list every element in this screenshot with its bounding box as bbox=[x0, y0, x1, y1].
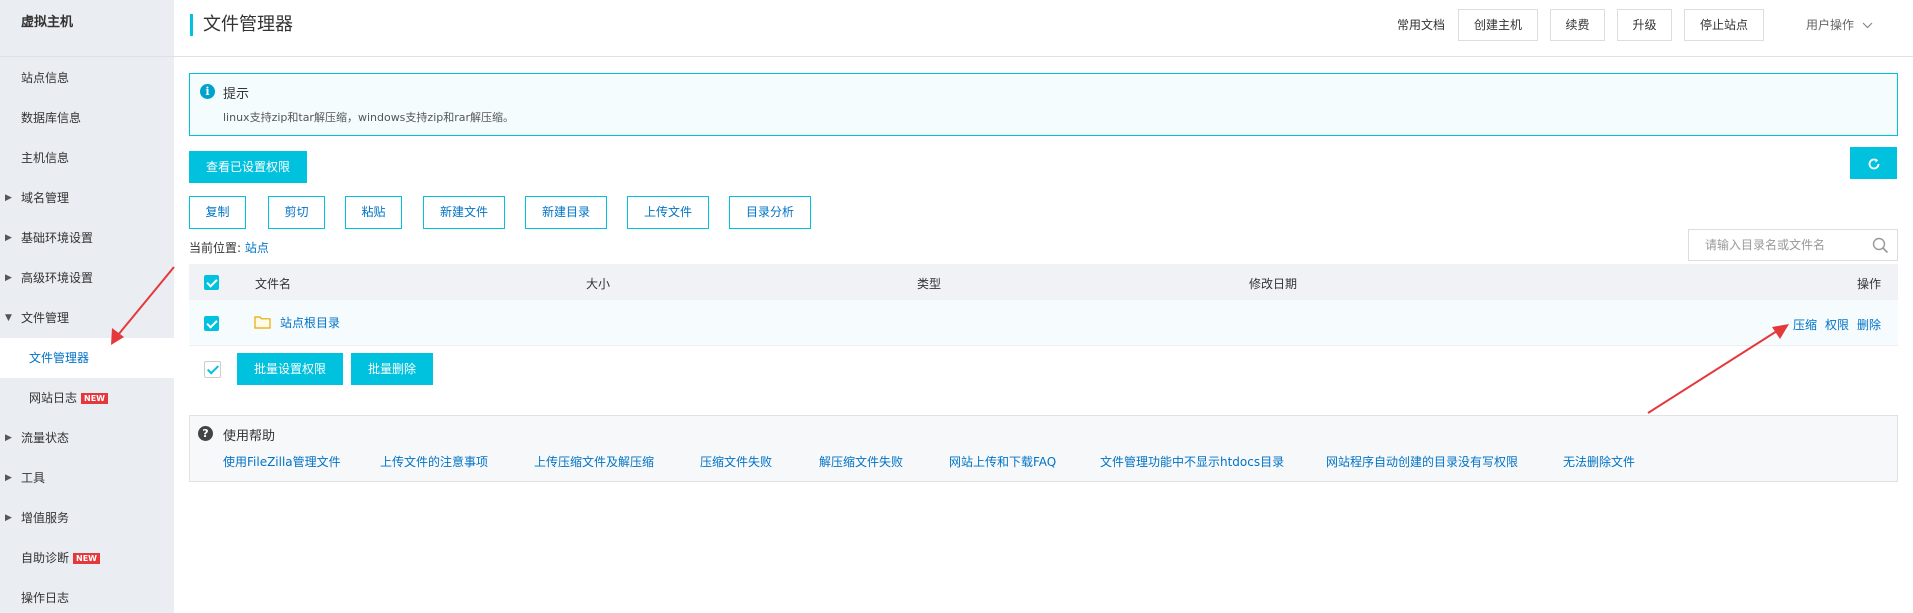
sidebar-item-site-log[interactable]: 网站日志 NEW bbox=[0, 378, 174, 418]
sidebar-item-tools[interactable]: ▶ 工具 bbox=[0, 458, 174, 498]
caret-right-icon: ▶ bbox=[5, 433, 12, 443]
caret-right-icon: ▶ bbox=[5, 193, 12, 203]
create-host-button[interactable]: 创建主机 bbox=[1458, 9, 1538, 41]
sidebar-item-file-management[interactable]: ▼ 文件管理 bbox=[0, 298, 174, 338]
bulk-set-permissions-button[interactable]: 批量设置权限 bbox=[237, 353, 343, 385]
directory-analysis-button[interactable]: 目录分析 bbox=[729, 196, 811, 229]
table-header: 文件名 大小 类型 修改日期 操作 bbox=[189, 264, 1898, 300]
user-menu-label: 用户操作 bbox=[1806, 18, 1855, 32]
refresh-button[interactable] bbox=[1850, 147, 1897, 179]
caret-right-icon: ▶ bbox=[5, 473, 12, 483]
help-panel: ? 使用帮助 使用FileZilla管理文件 上传文件的注意事项 上传压缩文件及… bbox=[189, 415, 1898, 482]
sidebar: 虚拟主机 站点信息 数据库信息 主机信息 ▶ 域名管理 ▶ 基础环境设置 ▶ 高级环境… bbox=[0, 0, 174, 613]
stop-site-button[interactable]: 停止站点 bbox=[1684, 9, 1764, 41]
help-icon: ? bbox=[198, 426, 213, 441]
upgrade-button[interactable]: 升级 bbox=[1617, 9, 1672, 41]
new-file-button[interactable]: 新建文件 bbox=[423, 196, 505, 229]
sidebar-item-host-info[interactable]: 主机信息 bbox=[0, 138, 174, 178]
help-link[interactable]: 网站上传和下载FAQ bbox=[949, 453, 1056, 470]
search-input[interactable] bbox=[1689, 230, 1869, 260]
sidebar-item-label: 主机信息 bbox=[21, 151, 70, 165]
help-link[interactable]: 无法删除文件 bbox=[1563, 453, 1635, 470]
sidebar-item-label: 高级环境设置 bbox=[21, 271, 94, 285]
upload-file-button[interactable]: 上传文件 bbox=[627, 196, 709, 229]
caret-down-icon: ▼ bbox=[5, 313, 12, 323]
info-icon: i bbox=[200, 84, 215, 99]
tip-text: linux支持zip和tar解压缩，windows支持zip和rar解压缩。 bbox=[223, 111, 515, 124]
help-link[interactable]: 上传压缩文件及解压缩 bbox=[534, 453, 654, 470]
column-header-operations: 操作 bbox=[1857, 277, 1882, 291]
sidebar-title: 虚拟主机 bbox=[0, 0, 174, 57]
sidebar-item-domain[interactable]: ▶ 域名管理 bbox=[0, 178, 174, 218]
caret-right-icon: ▶ bbox=[5, 233, 12, 243]
sidebar-item-advanced-env[interactable]: ▶ 高级环境设置 bbox=[0, 258, 174, 298]
help-link[interactable]: 压缩文件失败 bbox=[700, 453, 772, 470]
file-name-link[interactable]: 站点根目录 bbox=[280, 314, 340, 331]
new-badge: NEW bbox=[73, 553, 100, 564]
sidebar-item-basic-env[interactable]: ▶ 基础环境设置 bbox=[0, 218, 174, 258]
sidebar-item-label: 增值服务 bbox=[21, 511, 70, 525]
tip-title: 提示 bbox=[223, 87, 250, 102]
page-header: 文件管理器 常用文档 创建主机 续费 升级 停止站点 用户操作 bbox=[174, 0, 1913, 57]
new-badge: NEW bbox=[81, 393, 108, 404]
sidebar-item-label: 工具 bbox=[21, 471, 46, 485]
column-header-name: 文件名 bbox=[255, 277, 292, 291]
sidebar-item-traffic[interactable]: ▶ 流量状态 bbox=[0, 418, 174, 458]
help-link[interactable]: 文件管理功能中不显示htdocs目录 bbox=[1100, 453, 1284, 470]
column-header-modified: 修改日期 bbox=[1249, 277, 1298, 291]
help-link[interactable]: 网站程序自动创建的目录没有写权限 bbox=[1326, 453, 1518, 470]
docs-link[interactable]: 常用文档 bbox=[1397, 16, 1445, 33]
sidebar-item-label: 自助诊断 bbox=[21, 551, 70, 565]
renew-button[interactable]: 续费 bbox=[1550, 9, 1605, 41]
bulk-delete-button[interactable]: 批量删除 bbox=[351, 353, 433, 385]
sidebar-item-database-info[interactable]: 数据库信息 bbox=[0, 98, 174, 138]
folder-icon bbox=[254, 316, 271, 329]
sidebar-item-label: 操作日志 bbox=[21, 591, 70, 605]
sidebar-item-label: 文件管理 bbox=[21, 311, 70, 325]
breadcrumb-label: 当前位置: bbox=[189, 241, 242, 255]
cut-button[interactable]: 剪切 bbox=[268, 196, 325, 229]
row-checkbox[interactable] bbox=[204, 316, 219, 331]
permission-link[interactable]: 权限 bbox=[1825, 316, 1849, 333]
file-manager-page: 虚拟主机 站点信息 数据库信息 主机信息 ▶ 域名管理 ▶ 基础环境设置 ▶ 高级环境… bbox=[0, 0, 1913, 613]
help-link[interactable]: 解压缩文件失败 bbox=[819, 453, 903, 470]
sidebar-item-site-info[interactable]: 站点信息 bbox=[0, 58, 174, 98]
compress-link[interactable]: 压缩 bbox=[1793, 316, 1817, 333]
sidebar-item-file-manager[interactable]: 文件管理器 bbox=[0, 338, 174, 378]
help-link[interactable]: 使用FileZilla管理文件 bbox=[223, 453, 341, 470]
breadcrumb-site-link[interactable]: 站点 bbox=[245, 241, 269, 255]
view-permissions-button[interactable]: 查看已设置权限 bbox=[189, 151, 307, 183]
user-menu[interactable]: 用户操作 bbox=[1806, 16, 1873, 33]
sidebar-item-value-added[interactable]: ▶ 增值服务 bbox=[0, 498, 174, 538]
refresh-icon bbox=[1868, 158, 1879, 169]
sidebar-item-label: 基础环境设置 bbox=[21, 231, 94, 245]
table-row: 站点根目录 压缩 权限 删除 bbox=[189, 300, 1898, 346]
caret-right-icon: ▶ bbox=[5, 513, 12, 523]
delete-link[interactable]: 删除 bbox=[1857, 316, 1881, 333]
help-link[interactable]: 上传文件的注意事项 bbox=[380, 453, 488, 470]
tip-panel: i 提示 linux支持zip和tar解压缩，windows支持zip和rar解… bbox=[189, 73, 1898, 136]
bulk-select-checkbox[interactable] bbox=[204, 361, 221, 378]
search-box bbox=[1688, 229, 1898, 261]
copy-button[interactable]: 复制 bbox=[189, 196, 246, 229]
breadcrumb: 当前位置: 站点 bbox=[189, 239, 269, 256]
select-all-checkbox[interactable] bbox=[204, 275, 219, 290]
new-directory-button[interactable]: 新建目录 bbox=[525, 196, 607, 229]
chevron-down-icon bbox=[1862, 22, 1873, 29]
sidebar-item-label: 网站日志 bbox=[29, 391, 78, 405]
sidebar-item-label: 域名管理 bbox=[21, 191, 70, 205]
paste-button[interactable]: 粘贴 bbox=[345, 196, 402, 229]
column-header-type: 类型 bbox=[917, 277, 942, 291]
sidebar-item-operation-log[interactable]: 操作日志 bbox=[0, 578, 174, 613]
sidebar-item-label: 站点信息 bbox=[21, 71, 70, 85]
caret-right-icon: ▶ bbox=[5, 273, 12, 283]
sidebar-item-label: 文件管理器 bbox=[29, 351, 90, 365]
sidebar-item-self-diagnosis[interactable]: 自助诊断 NEW bbox=[0, 538, 174, 578]
column-header-size: 大小 bbox=[586, 277, 611, 291]
sidebar-item-label: 流量状态 bbox=[21, 431, 70, 445]
search-icon[interactable] bbox=[1872, 237, 1889, 254]
help-title: 使用帮助 bbox=[223, 429, 276, 444]
sidebar-item-label: 数据库信息 bbox=[21, 111, 82, 125]
page-title: 文件管理器 bbox=[190, 14, 293, 36]
